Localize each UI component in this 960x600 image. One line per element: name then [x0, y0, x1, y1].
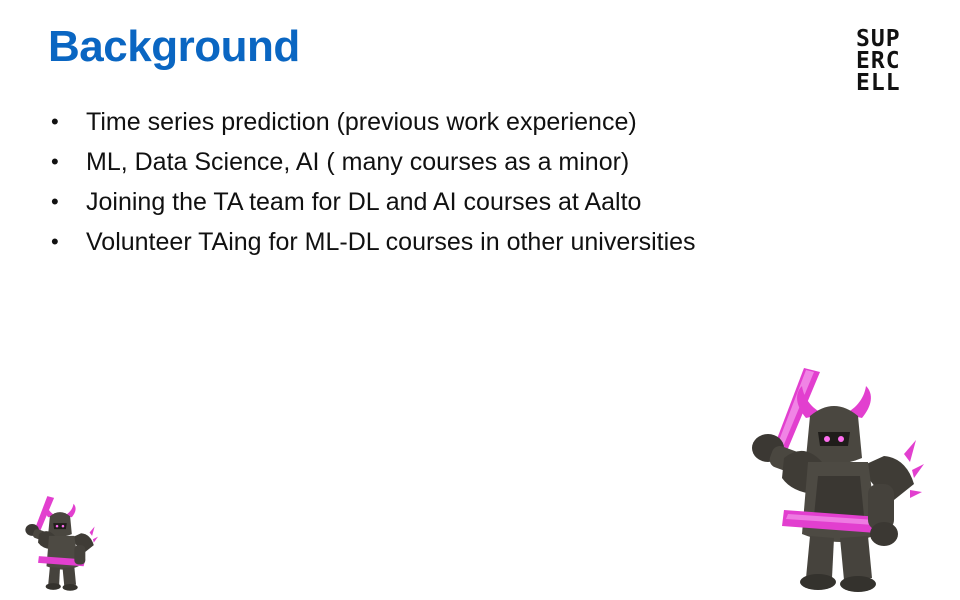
bullet-item: • Joining the TA team for DL and AI cour…: [48, 182, 868, 222]
logo-line-3: ELL: [856, 70, 901, 96]
bullet-text: Time series prediction (previous work ex…: [86, 108, 637, 136]
bullet-text: Volunteer TAing for ML-DL courses in oth…: [86, 228, 696, 256]
bullet-list: • Time series prediction (previous work …: [48, 102, 868, 262]
slide-title: Background: [48, 22, 300, 71]
logo-line-1: SUP: [856, 26, 901, 52]
bullet-icon: •: [51, 149, 59, 174]
bullet-item: • Volunteer TAing for ML-DL courses in o…: [48, 222, 868, 262]
pekka-character-icon: [752, 368, 924, 592]
bullet-item: • ML, Data Science, AI ( many courses as…: [48, 142, 868, 182]
slide: Background SUP ERC ELL • Time series pre…: [0, 0, 960, 600]
bullet-icon: •: [51, 189, 59, 214]
bullet-text: ML, Data Science, AI ( many courses as a…: [86, 148, 630, 176]
bullet-icon: •: [51, 109, 59, 134]
bullet-text: Joining the TA team for DL and AI course…: [86, 188, 642, 216]
supercell-logo: SUP ERC ELL: [856, 28, 938, 96]
pekka-character-small-icon: [25, 496, 98, 591]
bullet-item: • Time series prediction (previous work …: [48, 102, 868, 142]
bullet-icon: •: [51, 229, 59, 254]
logo-line-2: ERC: [856, 48, 901, 74]
